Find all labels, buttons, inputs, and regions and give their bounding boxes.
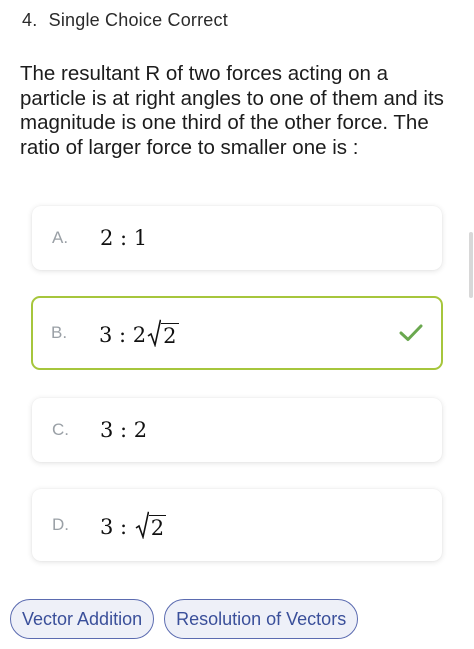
radicand: 2 <box>161 323 179 348</box>
option-letter: A. <box>52 228 69 247</box>
option-letter: B. <box>51 323 68 342</box>
option-letter: C. <box>52 420 69 439</box>
check-icon <box>399 324 423 341</box>
radicand: 2 <box>148 515 167 540</box>
question-number: 4. <box>22 10 38 30</box>
option-text: 3 : 2 <box>99 323 147 347</box>
option-c[interactable]: C. 3 : 2 <box>32 398 442 462</box>
topic-tags: Vector Addition Resolution of Vectors <box>10 599 359 639</box>
option-text: 2 : 1 <box>100 226 148 250</box>
option-value: 3 : 2 2 <box>99 319 179 347</box>
question-header: 4. Single Choice Correct <box>22 10 228 31</box>
option-text: 3 : <box>100 515 134 539</box>
scrollbar[interactable] <box>469 232 473 298</box>
option-text: 3 : 2 <box>100 418 148 442</box>
sqrt-symbol: 2 <box>147 319 179 348</box>
option-value: 2 : 1 <box>100 226 147 250</box>
question-text: The resultant R of two forces acting on … <box>20 62 444 159</box>
question-type: Single Choice Correct <box>48 10 228 30</box>
tag-resolution-of-vectors[interactable]: Resolution of Vectors <box>164 599 359 639</box>
sqrt-symbol: 2 <box>135 511 167 540</box>
tag-vector-addition[interactable]: Vector Addition <box>10 599 155 639</box>
option-letter: D. <box>52 515 69 534</box>
option-value: 3 : 2 <box>100 511 167 540</box>
option-b[interactable]: B. 3 : 2 2 <box>31 296 443 370</box>
option-a[interactable]: A. 2 : 1 <box>32 206 442 270</box>
option-d[interactable]: D. 3 : 2 <box>32 489 442 561</box>
option-value: 3 : 2 <box>100 418 147 442</box>
